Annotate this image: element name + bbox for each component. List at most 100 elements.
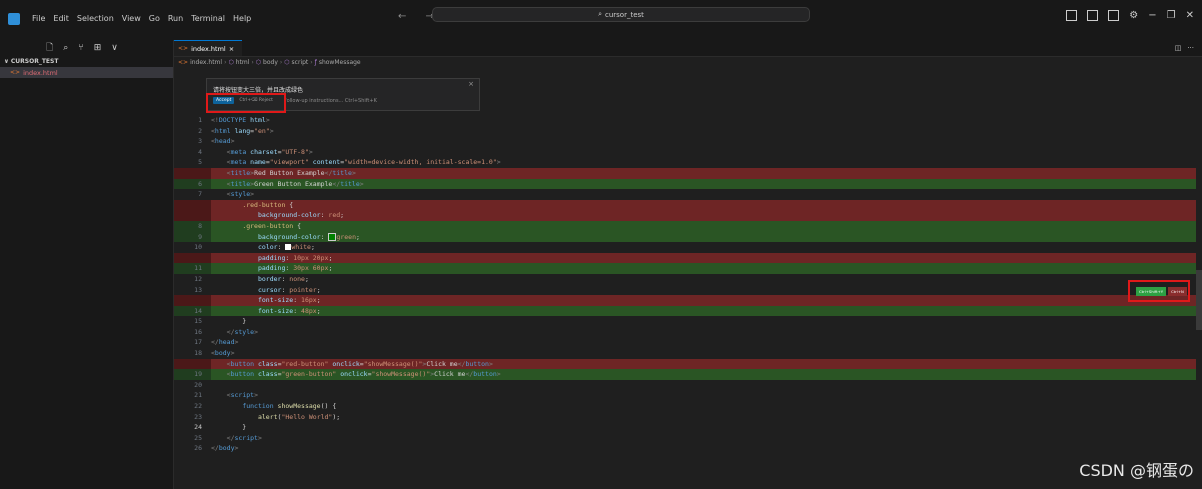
line-number: 26 [194, 444, 202, 453]
code-line-added[interactable]: 19 <button class="green-button" onclick=… [174, 369, 1202, 380]
line-text: <!DOCTYPE html> [211, 116, 270, 124]
breadcrumb-separator: › [310, 59, 313, 66]
minimize-button[interactable]: − [1148, 10, 1156, 21]
line-text: } [211, 317, 247, 326]
toggle-secondary-sidebar-icon[interactable] [1108, 10, 1120, 21]
menu-run[interactable]: Run [164, 12, 187, 25]
explorer-file-item[interactable]: <> index.html [0, 67, 173, 78]
search-icon[interactable]: ⌕ [63, 43, 68, 53]
settings-gear-icon[interactable]: ⚙ [1129, 10, 1138, 21]
window-controls: ⚙ − ❐ ✕ [1066, 10, 1194, 21]
code-line[interactable]: 24 } [174, 422, 1202, 433]
code-line-deleted[interactable]: <button class="red-button" onclick="show… [174, 358, 1202, 370]
code-line[interactable]: 15 } [174, 316, 1202, 327]
source-control-icon[interactable]: ⑂ [78, 43, 83, 53]
file-name: index.html [23, 68, 58, 77]
code-line[interactable]: 23 alert("Hello World"); [174, 412, 1202, 423]
line-text: <body> [211, 349, 235, 358]
explorer-section-header[interactable]: ∨ CURSOR_TEST [0, 56, 173, 67]
menu-view[interactable]: View [118, 12, 145, 25]
line-number: 25 [194, 433, 202, 442]
code-line-added[interactable]: 11 padding: 30px 60px; [174, 263, 1202, 274]
code-line[interactable]: 3 <head> [174, 136, 1202, 147]
code-line-deleted[interactable]: font-size: 16px; [174, 295, 1202, 306]
menu-bar: File Edit Selection View Go Run Terminal… [28, 12, 255, 25]
followup-input[interactable]: Follow-up instructions... Ctrl+Shift+K [284, 98, 377, 104]
menu-help[interactable]: Help [229, 12, 255, 25]
code-line[interactable]: 2 <html lang="en"> [174, 126, 1202, 137]
code-line[interactable]: 20 [174, 380, 1202, 391]
line-text: color: white; [257, 243, 315, 252]
tab-index-html[interactable]: <> index.html × [174, 40, 243, 56]
more-actions-icon[interactable]: ··· [1187, 44, 1194, 52]
line-text: </body> [211, 444, 239, 453]
function-icon: ƒ [314, 59, 317, 66]
tab-close-icon[interactable]: × [229, 45, 234, 53]
code-line[interactable]: 1 <!DOCTYPE html> [174, 115, 1202, 126]
code-line[interactable]: 26 </body> [174, 443, 1202, 454]
line-text: <title>Red Button Example</title> [211, 167, 1202, 179]
line-text: <style> [226, 190, 255, 199]
tab-bar: <> index.html × ◫ ··· [174, 40, 1202, 57]
line-number: 17 [194, 338, 202, 347]
code-line[interactable]: 12 border: none; [174, 274, 1202, 285]
code-line[interactable]: 21 <script> [174, 390, 1202, 401]
close-icon[interactable]: × [468, 80, 474, 88]
code-line-added[interactable]: 9 background-color: green; [174, 231, 1202, 243]
line-text: <title>Green Button Example</title> [211, 178, 1202, 190]
code-line[interactable]: 18 <body> [174, 348, 1202, 359]
code-line-deleted[interactable]: background-color: red; [174, 210, 1202, 221]
annotation-box [206, 93, 286, 113]
line-number: 16 [194, 327, 202, 336]
code-line[interactable]: 4 <meta charset="UTF-8"> [174, 147, 1202, 158]
breadcrumb-html[interactable]: html [236, 59, 250, 66]
breadcrumb-file[interactable]: index.html [190, 59, 222, 66]
code-line[interactable]: 10 color: white; [174, 242, 1202, 253]
menu-selection[interactable]: Selection [73, 12, 118, 25]
scrollbar-thumb[interactable] [1196, 270, 1202, 330]
close-button[interactable]: ✕ [1186, 10, 1194, 21]
line-text: .red-button { [211, 199, 1202, 211]
line-text: <meta charset="UTF-8"> [226, 147, 313, 156]
menu-go[interactable]: Go [145, 12, 164, 25]
toggle-panel-icon[interactable] [1087, 10, 1099, 21]
command-center-search[interactable]: ⌕ cursor_test [432, 7, 810, 22]
code-line[interactable]: 5 <meta name="viewport" content="width=d… [174, 157, 1202, 168]
new-file-icon[interactable]: 🗋 [46, 40, 53, 56]
menu-edit[interactable]: Edit [49, 12, 73, 25]
annotation-box [1128, 280, 1190, 302]
restore-button[interactable]: ❐ [1167, 10, 1176, 21]
tab-label: index.html [191, 44, 226, 53]
code-line-added[interactable]: 8 .green-button { [174, 220, 1202, 232]
code-line-deleted[interactable]: padding: 10px 20px; [174, 252, 1202, 264]
explorer-sidebar: 🗋 ⌕ ⑂ ⊞ ∨ ∨ CURSOR_TEST <> index.html [0, 40, 174, 489]
line-text: font-size: 48px; [211, 305, 1202, 317]
menu-terminal[interactable]: Terminal [187, 12, 229, 25]
extensions-icon[interactable]: ⊞ [94, 43, 102, 53]
breadcrumb-function[interactable]: showMessage [319, 59, 361, 66]
code-line-deleted[interactable]: <title>Red Button Example</title> [174, 167, 1202, 179]
code-line[interactable]: 22 function showMessage() { [174, 401, 1202, 412]
breadcrumb-script[interactable]: script [292, 59, 309, 66]
line-text: <meta name="viewport" content="width=dev… [226, 158, 501, 167]
line-text: function showMessage() { [242, 402, 337, 411]
line-text: } [211, 423, 247, 432]
chevron-down-icon[interactable]: ∨ [111, 43, 118, 53]
code-line[interactable]: 7 <style> [174, 189, 1202, 200]
menu-file[interactable]: File [28, 12, 49, 25]
breadcrumb-separator: › [279, 59, 283, 66]
code-line[interactable]: 16 </style> [174, 327, 1202, 338]
toggle-sidebar-icon[interactable] [1066, 10, 1078, 21]
code-line[interactable]: 17 </head> [174, 337, 1202, 348]
code-line-added[interactable]: 14 font-size: 48px; [174, 305, 1202, 317]
breadcrumb-body[interactable]: body [263, 59, 278, 66]
split-editor-icon[interactable]: ◫ [1175, 44, 1182, 52]
code-line-added[interactable]: 6 <title>Green Button Example</title> [174, 178, 1202, 190]
line-number: 2 [198, 126, 202, 135]
code-line[interactable]: 13 cursor: pointer; [174, 285, 1202, 296]
html-file-icon: <> [178, 59, 189, 66]
code-line-deleted[interactable]: .red-button { [174, 199, 1202, 211]
code-editor[interactable]: 1 <!DOCTYPE html> 2 <html lang="en"> 3 <head>… [174, 115, 1202, 454]
code-line[interactable]: 25 </script> [174, 433, 1202, 444]
line-number: 4 [198, 147, 202, 156]
